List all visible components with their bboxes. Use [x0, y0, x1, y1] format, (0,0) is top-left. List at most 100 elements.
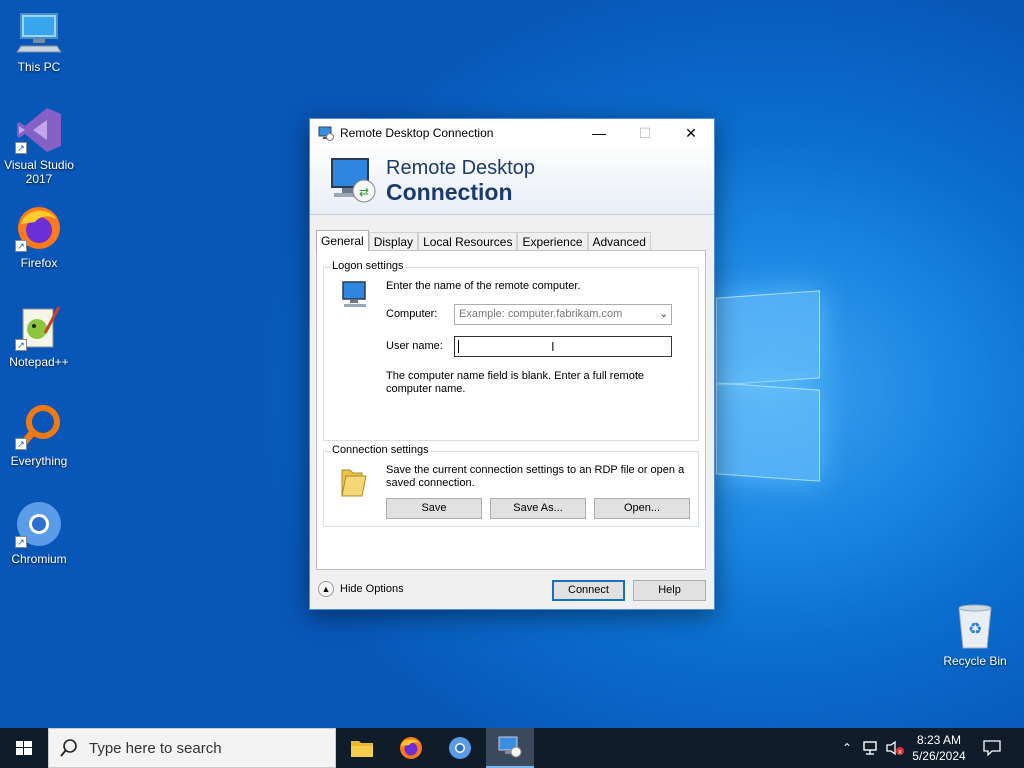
maximize-button[interactable]: ☐ — [622, 119, 668, 147]
taskbar-firefox[interactable] — [387, 728, 435, 768]
remote-desktop-banner-icon: ⇄ — [331, 158, 376, 203]
username-label: User name: — [386, 340, 443, 352]
chromium-icon — [449, 737, 471, 759]
action-center-button[interactable] — [978, 728, 1006, 768]
text-caret — [458, 340, 459, 353]
blank-computer-message: The computer name field is blank. Enter … — [386, 370, 645, 395]
volume-muted-icon[interactable]: x — [884, 728, 906, 768]
clock-date: 5/26/2024 — [912, 749, 966, 763]
remote-desktop-app-icon — [318, 126, 334, 141]
banner-title-line1: Remote Desktop — [386, 157, 535, 179]
remote-desktop-icon — [498, 736, 522, 758]
taskbar-remote-desktop[interactable] — [486, 728, 534, 768]
start-button[interactable] — [0, 728, 48, 768]
windows-wallpaper-logo — [716, 288, 824, 482]
close-button[interactable]: ✕ — [668, 119, 714, 147]
desktop-icon-label: This PC — [17, 60, 61, 74]
desktop-icon-label: Notepad++ — [9, 355, 69, 369]
tab-strip: General Display Local Resources Experien… — [316, 230, 651, 251]
visual-studio-icon: ↗ — [15, 106, 63, 154]
everything-search-icon: ↗ — [15, 402, 63, 450]
taskbar-file-explorer[interactable] — [338, 728, 386, 768]
speaker-muted-icon: x — [886, 740, 904, 756]
network-icon[interactable] — [860, 728, 882, 768]
notepad-plus-plus-icon: ↗ — [15, 303, 63, 351]
connection-settings-group: Connection settings Save the current con… — [323, 444, 699, 527]
hide-options-toggle[interactable]: ▲ Hide Options — [318, 581, 404, 597]
desktop-icon-recycle-bin[interactable]: ♻ Recycle Bin — [936, 602, 1014, 668]
save-button[interactable]: Save — [386, 498, 482, 519]
ibeam-cursor-icon: I — [551, 339, 555, 354]
tab-advanced[interactable]: Advanced — [587, 232, 651, 251]
clock-time: 8:23 AM — [916, 733, 962, 747]
desktop-icon-label: Recycle Bin — [943, 654, 1007, 668]
chevron-down-icon[interactable]: ⌄ — [660, 305, 668, 324]
svg-text:♻: ♻ — [968, 619, 982, 638]
shortcut-arrow-icon: ↗ — [15, 438, 27, 450]
tab-local-resources[interactable]: Local Resources — [418, 232, 518, 251]
chromium-icon: ↗ — [15, 500, 63, 548]
remote-desktop-dialog: Remote Desktop Connection — ☐ ✕ ⇄ Remote… — [309, 118, 715, 610]
desktop-icon-label: Visual Studio 2017 — [4, 158, 74, 186]
shortcut-arrow-icon: ↗ — [15, 240, 27, 252]
search-placeholder: Type here to search — [89, 739, 222, 757]
dialog-title: Remote Desktop Connection — [340, 126, 494, 140]
computer-placeholder: Example: computer.fabrikam.com — [459, 308, 623, 320]
tab-display[interactable]: Display — [368, 232, 419, 251]
save-as-button[interactable]: Save As... — [490, 498, 586, 519]
general-tab-panel: Logon settings Enter the name of the rem… — [316, 250, 706, 570]
logon-settings-group: Logon settings Enter the name of the rem… — [323, 260, 699, 441]
dialog-banner: ⇄ Remote Desktop Connection — [310, 147, 714, 215]
computer-combobox[interactable]: Example: computer.fabrikam.com ⌄ — [454, 304, 672, 325]
desktop-icon-notepad-plus-plus[interactable]: ↗ Notepad++ — [0, 303, 78, 369]
minimize-button[interactable]: — — [576, 119, 622, 147]
chevron-up-icon: ▲ — [318, 581, 334, 597]
wallpaper-pane — [716, 290, 820, 386]
help-button[interactable]: Help — [633, 580, 706, 601]
computer-label: Computer: — [386, 308, 438, 320]
desktop-icon-this-pc[interactable]: This PC — [0, 8, 78, 74]
logon-instruction: Enter the name of the remote computer. — [386, 280, 581, 292]
connection-description: Save the current connection settings to … — [386, 464, 685, 489]
shortcut-arrow-icon: ↗ — [15, 339, 27, 351]
svg-text:⇄: ⇄ — [359, 185, 369, 199]
desktop-icon-label: Chromium — [11, 552, 67, 566]
desktop-icon-chromium[interactable]: ↗ Chromium — [0, 500, 78, 566]
tab-experience[interactable]: Experience — [517, 232, 588, 251]
file-explorer-icon — [351, 741, 373, 757]
network-monitor-icon — [863, 741, 877, 755]
shortcut-arrow-icon: ↗ — [15, 142, 27, 154]
notification-icon — [983, 740, 1001, 756]
connect-button[interactable]: Connect — [552, 580, 625, 601]
desktop-icon-firefox[interactable]: ↗ Firefox — [0, 204, 78, 270]
show-hidden-icons-button[interactable]: ⌃ — [836, 728, 858, 768]
firefox-icon: ↗ — [15, 204, 63, 252]
open-button[interactable]: Open... — [594, 498, 690, 519]
chevron-up-icon: ⌃ — [841, 741, 853, 755]
desktop-icon-label: Firefox — [20, 256, 58, 270]
hide-options-label: Hide Options — [340, 583, 404, 595]
windows-start-icon — [16, 741, 32, 755]
taskbar-chromium[interactable] — [436, 728, 484, 768]
username-input[interactable]: I — [454, 336, 672, 357]
tab-general[interactable]: General — [316, 230, 369, 251]
taskbar-clock[interactable]: 8:23 AM 5/26/2024 — [904, 732, 974, 764]
svg-text:x: x — [898, 749, 902, 756]
logon-settings-legend: Logon settings — [330, 260, 406, 272]
dialog-titlebar[interactable]: Remote Desktop Connection — ☐ ✕ — [310, 119, 714, 147]
logon-computer-icon — [342, 281, 366, 307]
banner-title-line2: Connection — [386, 179, 513, 205]
recycle-bin-icon: ♻ — [951, 602, 999, 650]
desktop-icon-everything[interactable]: ↗ Everything — [0, 402, 78, 468]
taskbar: Type here to search ⌃ x 8:23 AM 5/26/202… — [0, 728, 1024, 768]
desktop-icon-label: Everything — [10, 454, 68, 468]
shortcut-arrow-icon: ↗ — [15, 536, 27, 548]
desktop-icon-visual-studio[interactable]: ↗ Visual Studio 2017 — [0, 106, 78, 186]
folder-icon — [341, 469, 367, 497]
search-icon — [60, 739, 77, 757]
computer-icon — [15, 8, 63, 56]
taskbar-search-box[interactable]: Type here to search — [48, 728, 336, 768]
connection-settings-legend: Connection settings — [330, 444, 431, 456]
firefox-icon — [400, 737, 422, 759]
wallpaper-pane — [716, 382, 820, 482]
